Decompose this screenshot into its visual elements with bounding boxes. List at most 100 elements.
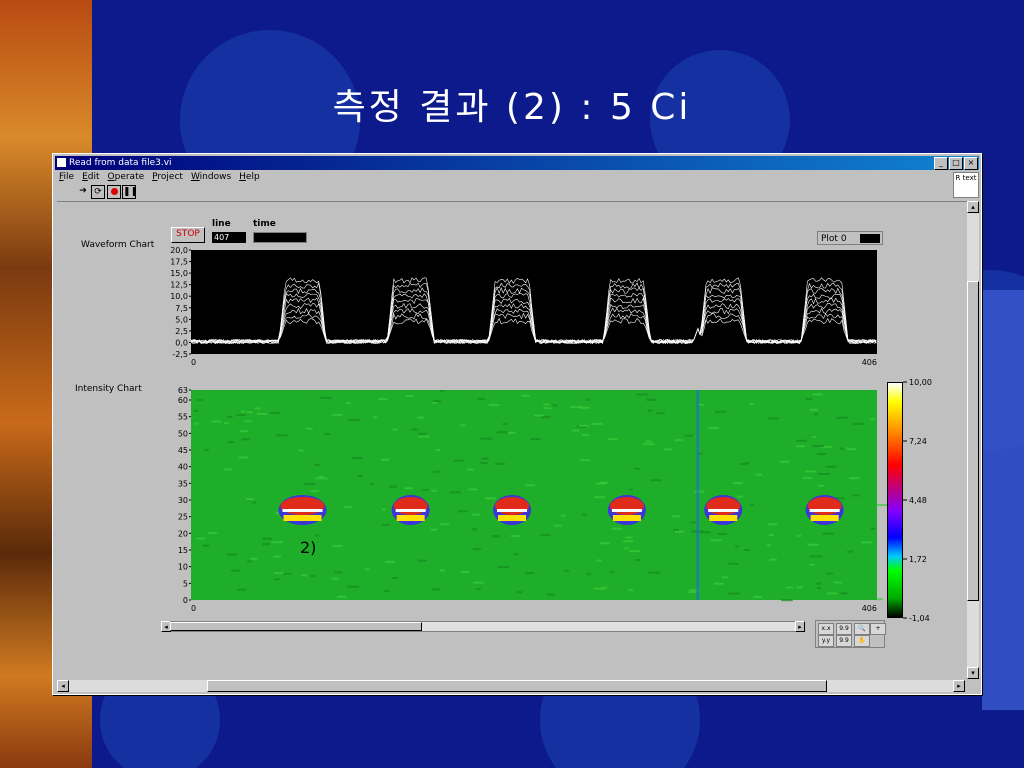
window-vertical-scrollbar[interactable]: ▴ ▾ (967, 201, 979, 679)
intensity-noise (256, 412, 268, 415)
menu-operate[interactable]: Operate (108, 171, 145, 183)
intensity-noise (193, 409, 198, 412)
intensity-noise (472, 513, 480, 516)
intensity-noise (449, 491, 461, 494)
menu-edit[interactable]: Edit (82, 171, 99, 183)
intensity-noise (392, 428, 398, 431)
abort-icon[interactable] (107, 185, 121, 199)
menu-bar: File Edit Operate Project Windows Help (55, 171, 951, 183)
intensity-noise (585, 398, 591, 401)
chart-scrollbar[interactable]: ◂ ▸ (161, 621, 805, 632)
intensity-noise (561, 514, 566, 517)
hscroll-left-arrow[interactable]: ◂ (57, 680, 69, 692)
intensity-noise (477, 397, 485, 400)
intensity-noise (600, 542, 610, 545)
intensity-noise (471, 528, 478, 531)
pause-icon[interactable]: ❚❚ (122, 185, 138, 199)
intensity-noise (796, 586, 803, 589)
intensity-noise (481, 457, 489, 460)
waveform-ytick: 0,0 (175, 338, 188, 347)
minimize-button[interactable]: _ (934, 157, 948, 170)
intensity-noise (453, 459, 464, 462)
scroll-right-arrow[interactable]: ▸ (795, 621, 805, 632)
intensity-noise (642, 443, 655, 446)
intensity-noise (230, 569, 241, 572)
intensity-noise (581, 433, 589, 436)
intensity-noise (628, 589, 634, 592)
scroll-up-arrow[interactable]: ▴ (967, 201, 979, 213)
window-horizontal-scrollbar[interactable]: ◂ ▸ (57, 680, 965, 692)
intensity-noise (240, 410, 246, 413)
close-button[interactable]: × (964, 157, 978, 170)
cursor-plus-icon[interactable]: + (870, 623, 886, 635)
colorbar-tick: 4,48 (909, 496, 927, 505)
window-titlebar[interactable]: Read from data file3.vi _ □ × (55, 156, 979, 170)
intensity-noise (468, 488, 478, 491)
intensity-noise (473, 581, 484, 584)
toolbar: ➔ ⟳ ❚❚ (55, 183, 951, 199)
intensity-noise (825, 572, 834, 575)
intensity-column-artifact (696, 390, 700, 600)
maximize-button[interactable]: □ (949, 157, 963, 170)
context-help-icon[interactable]: R text (953, 172, 979, 198)
intensity-noise (319, 396, 332, 399)
color-scale-ticks: 10,00 7,24 4,48 1,72 -1,04 (903, 378, 932, 622)
stop-button[interactable]: STOP (171, 227, 205, 243)
intensity-noise (382, 523, 391, 526)
intensity-noise (271, 541, 284, 544)
intensity-noise (553, 524, 562, 527)
intensity-noise (816, 453, 827, 456)
run-continuously-icon[interactable]: ⟳ (91, 185, 105, 199)
zoom-icon[interactable]: 🔍 (854, 623, 870, 635)
intensity-noise (822, 532, 834, 535)
intensity-noise (476, 587, 481, 590)
intensity-noise (324, 432, 331, 435)
intensity-ytick: 50 (178, 429, 188, 438)
intensity-noise (634, 467, 640, 470)
intensity-noise (852, 422, 864, 425)
hscroll-right-arrow[interactable]: ▸ (953, 680, 965, 692)
x-scale-format-button[interactable]: x.x (818, 623, 834, 635)
intensity-noise (849, 477, 860, 480)
intensity-noise (749, 403, 754, 406)
intensity-noise (227, 441, 235, 444)
x-scale-precision-button[interactable]: 9.9 (836, 623, 852, 635)
menu-project[interactable]: Project (152, 171, 183, 183)
intensity-noise (623, 547, 629, 550)
intensity-noise (810, 555, 822, 558)
y-scale-format-button[interactable]: y.y (818, 635, 834, 647)
menu-windows[interactable]: Windows (191, 171, 231, 183)
waveform-ytick: 5,0 (175, 315, 188, 324)
intensity-noise (645, 440, 652, 443)
intensity-noise (594, 496, 605, 499)
intensity-noise (796, 439, 807, 442)
horizontal-scroll-thumb[interactable] (207, 680, 827, 692)
y-scale-precision-button[interactable]: 9.9 (836, 635, 852, 647)
vertical-scroll-thumb[interactable] (967, 281, 979, 601)
intensity-noise (844, 447, 850, 450)
menu-help[interactable]: Help (239, 171, 260, 183)
plot-legend[interactable]: Plot 0 (817, 231, 883, 245)
intensity-noise (525, 572, 535, 575)
intensity-noise (525, 484, 536, 487)
waveform-chart: 20,0 17,5 15,0 12,5 10,0 7,5 5,0 2,5 0,0 -2,50 406 (170, 246, 877, 367)
intensity-noise (197, 399, 203, 402)
intensity-noise (804, 470, 817, 473)
intensity-noise (781, 599, 793, 602)
scroll-down-arrow[interactable]: ▾ (967, 667, 979, 679)
intensity-noise (262, 537, 273, 540)
intensity-xtick: 406 (862, 604, 877, 613)
chart-scroll-thumb[interactable] (170, 622, 422, 631)
run-arrow-icon[interactable]: ➔ (77, 185, 89, 197)
intensity-noise (718, 532, 728, 535)
intensity-noise (647, 409, 653, 412)
intensity-noise (224, 468, 233, 471)
intensity-noise (840, 592, 848, 595)
intensity-noise (244, 420, 252, 423)
intensity-noise (439, 569, 445, 572)
intensity-spot (805, 495, 844, 525)
menu-file[interactable]: File (59, 171, 74, 183)
intensity-noise (480, 437, 493, 440)
intensity-noise (432, 588, 441, 591)
pan-hand-icon[interactable]: ✋ (854, 635, 870, 647)
